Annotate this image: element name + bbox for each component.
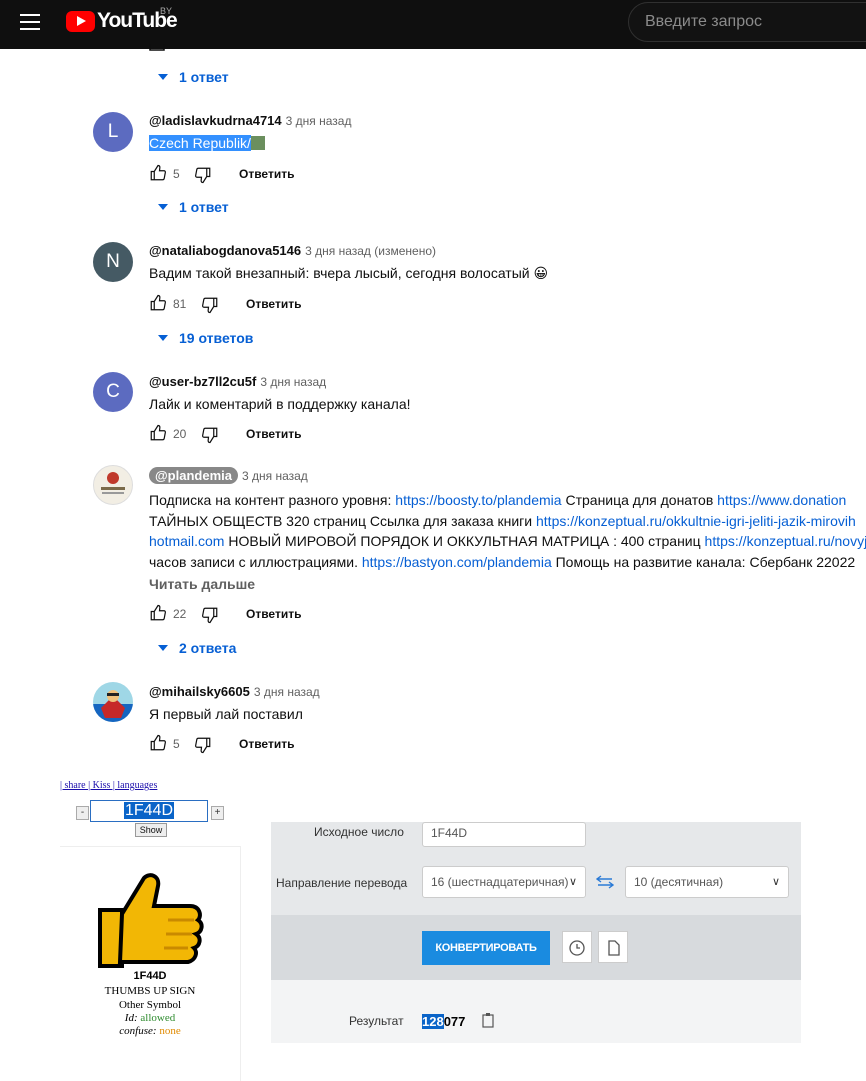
increment-button[interactable]: + xyxy=(211,806,224,820)
like-icon[interactable] xyxy=(149,604,167,622)
reply-button[interactable]: Ответить xyxy=(246,607,301,621)
comment-author[interactable]: @mihailsky6605 3 дня назад xyxy=(149,684,320,699)
comment-author[interactable]: @user-bz7ll2cu5f 3 дня назад xyxy=(149,374,326,389)
comment-line: Подписка на контент разного уровня: http… xyxy=(149,492,847,508)
reply-button[interactable]: Ответить xyxy=(239,737,294,751)
comment-time: 3 дня назад xyxy=(260,375,327,389)
like-icon[interactable] xyxy=(149,164,167,182)
comment-text: Czech Republik/ xyxy=(149,135,265,151)
swap-icon[interactable] xyxy=(596,874,614,890)
caret-down-icon xyxy=(158,645,168,651)
country-code: BY xyxy=(160,6,173,16)
avatar[interactable]: C xyxy=(93,372,133,412)
avatar[interactable] xyxy=(93,465,133,505)
flag-icon xyxy=(250,136,265,150)
grinning-face-icon: 😀 xyxy=(533,265,549,281)
dislike-icon[interactable] xyxy=(201,426,219,444)
menu-icon[interactable] xyxy=(20,14,40,30)
reply-button[interactable]: Ответить xyxy=(246,297,301,311)
result-label: Результат xyxy=(349,1014,404,1028)
copy-page-button[interactable] xyxy=(598,931,628,963)
thumbs-up-glyph-icon xyxy=(98,873,204,968)
result-value: 128077 xyxy=(422,1014,466,1029)
youtube-play-icon xyxy=(66,11,95,32)
like-count: 5 xyxy=(173,737,180,751)
comment-time: 3 дня назад xyxy=(253,685,320,699)
like-icon[interactable] xyxy=(149,44,167,52)
avatar[interactable] xyxy=(93,682,133,722)
glyph-category: Other Symbol xyxy=(118,999,182,1011)
dislike-icon[interactable] xyxy=(201,296,219,314)
comment-text: Я первый лай поставил xyxy=(149,706,303,722)
replies-toggle[interactable]: 1 ответ xyxy=(158,69,229,85)
comment-author[interactable]: @nataliabogdanova5146 3 дня назад (измене… xyxy=(149,243,436,258)
comment-author[interactable]: @plandemia 3 дня назад xyxy=(149,467,308,484)
like-icon[interactable] xyxy=(149,294,167,312)
like-count: 5 xyxy=(173,167,180,181)
comment-line: ТАЙНЫХ ОБЩЕСТВ 320 страниц Ссылка для за… xyxy=(149,512,856,529)
direction-label: Направление перевода xyxy=(276,876,408,890)
decrement-button[interactable]: - xyxy=(76,806,89,820)
search-input[interactable]: Введите запрос xyxy=(628,2,866,42)
comment-text: Лайк и коментарий в поддержку канала! xyxy=(149,396,411,412)
search-placeholder: Введите запрос xyxy=(645,13,762,30)
dislike-icon[interactable] xyxy=(201,606,219,624)
chevron-down-icon: ∨ xyxy=(771,876,780,888)
glyph-confuse: confuse: none xyxy=(119,1025,181,1037)
book2-link[interactable]: https://konzeptual.ru/novyj- xyxy=(705,533,866,549)
caret-down-icon xyxy=(158,204,168,210)
document-icon xyxy=(608,940,620,956)
book-link[interactable]: https://konzeptual.ru/okkultnie-igri-jel… xyxy=(536,513,856,529)
source-number-input[interactable]: 1F44D xyxy=(422,822,586,847)
codepoint-input[interactable]: 1F44D xyxy=(90,800,208,822)
dislike-icon[interactable] xyxy=(194,166,212,184)
comment-time: 3 дня назад xyxy=(285,114,352,128)
replies-toggle[interactable]: 1 ответ xyxy=(158,199,229,215)
bastyon-link[interactable]: https://bastyon.com/plandemia xyxy=(362,554,552,570)
reply-button[interactable]: Ответить xyxy=(239,167,294,181)
like-icon[interactable] xyxy=(149,424,167,442)
replies-toggle[interactable]: 19 ответов xyxy=(158,330,253,346)
caret-down-icon xyxy=(158,335,168,341)
avatar[interactable]: N xyxy=(93,242,133,282)
caret-down-icon xyxy=(158,74,168,80)
chevron-down-icon: ∨ xyxy=(568,876,577,888)
source-label: Исходное число xyxy=(314,825,404,839)
email-link[interactable]: hotmail.com xyxy=(149,533,224,549)
to-base-select[interactable]: 10 (десятичная) ∨ xyxy=(625,866,789,898)
result-row xyxy=(271,980,801,1043)
reply-button[interactable]: Ответить xyxy=(246,427,301,441)
history-icon xyxy=(569,940,585,956)
read-more-button[interactable]: Читать дальше xyxy=(149,576,255,592)
dislike-icon[interactable] xyxy=(194,736,212,754)
comment-text: Вадим такой внезапный: вчера лысый, сего… xyxy=(149,265,549,281)
comment-time: 3 дня назад xyxy=(241,469,308,483)
like-icon[interactable] xyxy=(149,734,167,752)
glyph-id: Id: allowed xyxy=(124,1012,176,1024)
comment-time: 3 дня назад (изменено) xyxy=(305,244,436,258)
avatar[interactable]: L xyxy=(93,112,133,152)
glyph-name: THUMBS UP SIGN xyxy=(104,985,196,997)
like-count: 22 xyxy=(173,607,187,621)
glyph-code: 1F44D xyxy=(133,970,167,982)
comment-line: hotmail.com НОВЫЙ МИРОВОЙ ПОРЯДОК И ОККУ… xyxy=(149,531,866,552)
copy-icon[interactable] xyxy=(481,1012,495,1028)
donation-link[interactable]: https://www.donation xyxy=(717,492,846,508)
show-button[interactable]: Show xyxy=(135,823,167,837)
channel-owner-badge: @plandemia xyxy=(149,467,238,484)
comment-line: часов записи с иллюстрациями. https://ba… xyxy=(149,553,856,570)
boosty-link[interactable]: https://boosty.to/plandemia xyxy=(395,492,561,508)
replies-toggle[interactable]: 2 ответа xyxy=(158,640,236,656)
comment-author[interactable]: @ladislavkudrna4714 3 дня назад xyxy=(149,113,351,128)
codepoint-top-links[interactable]: | share | Kiss | languages xyxy=(60,780,157,791)
convert-button[interactable]: КОНВЕРТИРОВАТЬ xyxy=(422,931,550,965)
like-count: 20 xyxy=(173,427,187,441)
history-button[interactable] xyxy=(562,931,592,963)
comment-text: Подписка на контент разного уровня: http… xyxy=(149,490,866,572)
from-base-select[interactable]: 16 (шестнадцатеричная) ∨ xyxy=(422,866,586,898)
like-count: 81 xyxy=(173,297,187,311)
youtube-header: YouTube BY Введите запрос xyxy=(0,0,866,49)
